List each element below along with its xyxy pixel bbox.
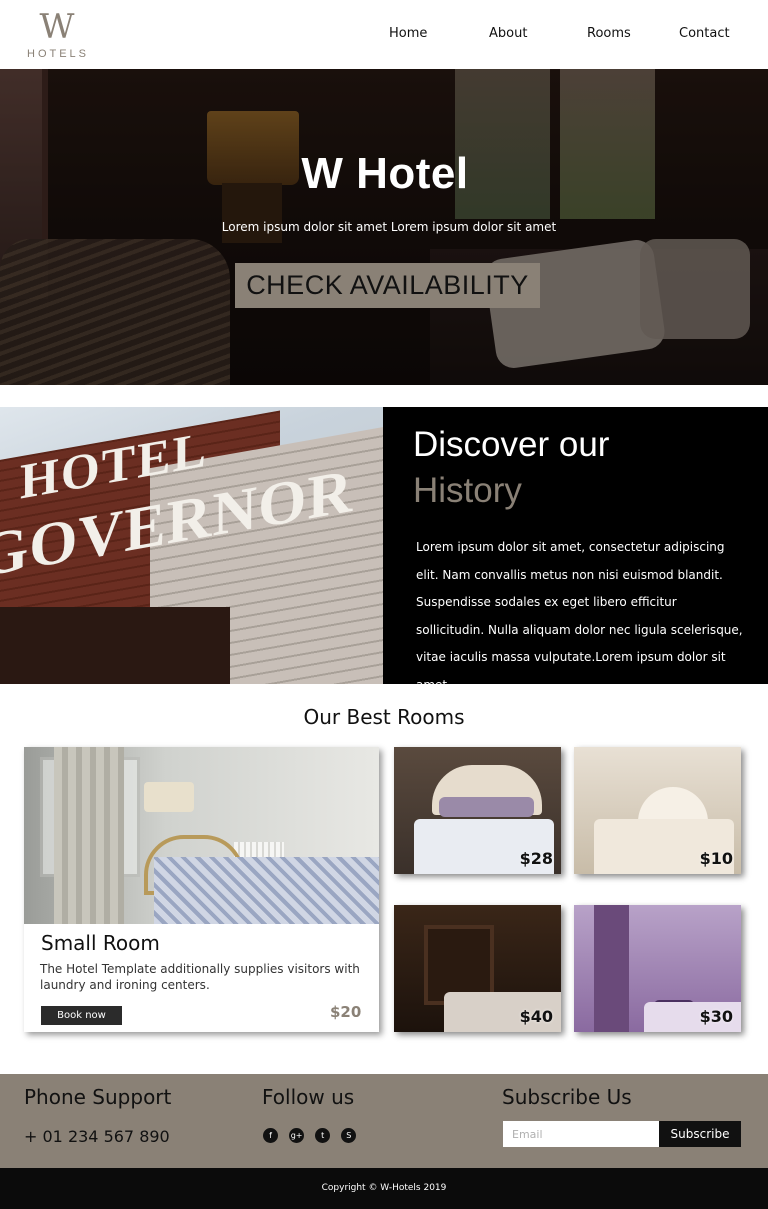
room-thumb-curtain — [594, 905, 629, 1032]
hero-banner: W Hotel Lorem ipsum dolor sit amet Lorem… — [0, 69, 768, 385]
skype-icon[interactable]: S — [341, 1128, 357, 1143]
history-panel: Discover our History Lorem ipsum dolor s… — [383, 407, 768, 692]
history-body: Lorem ipsum dolor sit amet, consectetur … — [416, 540, 743, 692]
subscribe-heading: Subscribe Us — [502, 1085, 632, 1109]
history-title-line1: Discover our — [413, 425, 610, 464]
rooms-section-title: Our Best Rooms — [303, 705, 465, 729]
follow-us-heading: Follow us — [262, 1085, 355, 1109]
google-plus-icon[interactable]: g+ — [289, 1128, 305, 1143]
featured-room-name: Small Room — [41, 931, 160, 955]
nav-about-link[interactable]: About — [489, 26, 527, 46]
hero-subtitle: Lorem ipsum dolor sit amet Lorem ipsum d… — [221, 220, 557, 234]
twitter-icon[interactable]: t — [315, 1128, 331, 1143]
logo[interactable]: W HOTELS — [24, 10, 88, 62]
room-thumb[interactable]: $40 — [394, 905, 561, 1032]
room-thumb-price: $10 — [699, 849, 733, 868]
room-thumb-price: $40 — [519, 1007, 553, 1026]
featured-room-image — [24, 747, 379, 924]
phone-support-heading: Phone Support — [24, 1085, 172, 1109]
subscribe-button[interactable]: Subscribe — [659, 1121, 741, 1147]
copyright-bar: Copyright © W-Hotels 2019 — [0, 1168, 768, 1209]
book-now-button[interactable]: Book now — [41, 1006, 122, 1025]
room-thumb[interactable]: $10 — [574, 747, 741, 874]
featured-room-card[interactable]: Small Room The Hotel Template additional… — [24, 747, 379, 1032]
room-bed — [154, 857, 379, 924]
site-header: W HOTELS Home About Rooms Contact — [0, 0, 768, 69]
logo-letter: W — [39, 7, 75, 47]
logo-subtitle: HOTELS — [27, 48, 90, 60]
featured-room-description: The Hotel Template additionally supplies… — [40, 962, 360, 992]
nav-contact-link[interactable]: Contact — [679, 26, 730, 46]
room-thumb[interactable]: $28 — [394, 747, 561, 874]
room-thumb-price: $30 — [699, 1007, 733, 1026]
featured-room-price: $20 — [330, 1003, 362, 1021]
room-thumb[interactable]: $30 — [574, 905, 741, 1032]
room-curtain — [54, 747, 124, 924]
nav-rooms-link[interactable]: Rooms — [587, 26, 631, 46]
facebook-icon[interactable]: f — [263, 1128, 278, 1143]
nav-home-link[interactable]: Home — [389, 26, 427, 46]
room-thumb-price: $28 — [519, 849, 553, 868]
hero-title: W Hotel — [301, 149, 469, 198]
check-availability-button[interactable]: CHECK AVAILABILITY — [235, 263, 540, 308]
phone-number[interactable]: + 01 234 567 890 — [24, 1127, 170, 1146]
history-title-line2: History — [413, 471, 522, 510]
social-links: f g+ t S — [263, 1128, 362, 1144]
brick-shadow — [0, 607, 230, 684]
room-thumb-pillow — [439, 797, 534, 817]
room-lamp — [144, 782, 194, 812]
history-image: HOTEL GOVERNOR — [0, 407, 383, 684]
email-input[interactable] — [503, 1121, 659, 1147]
